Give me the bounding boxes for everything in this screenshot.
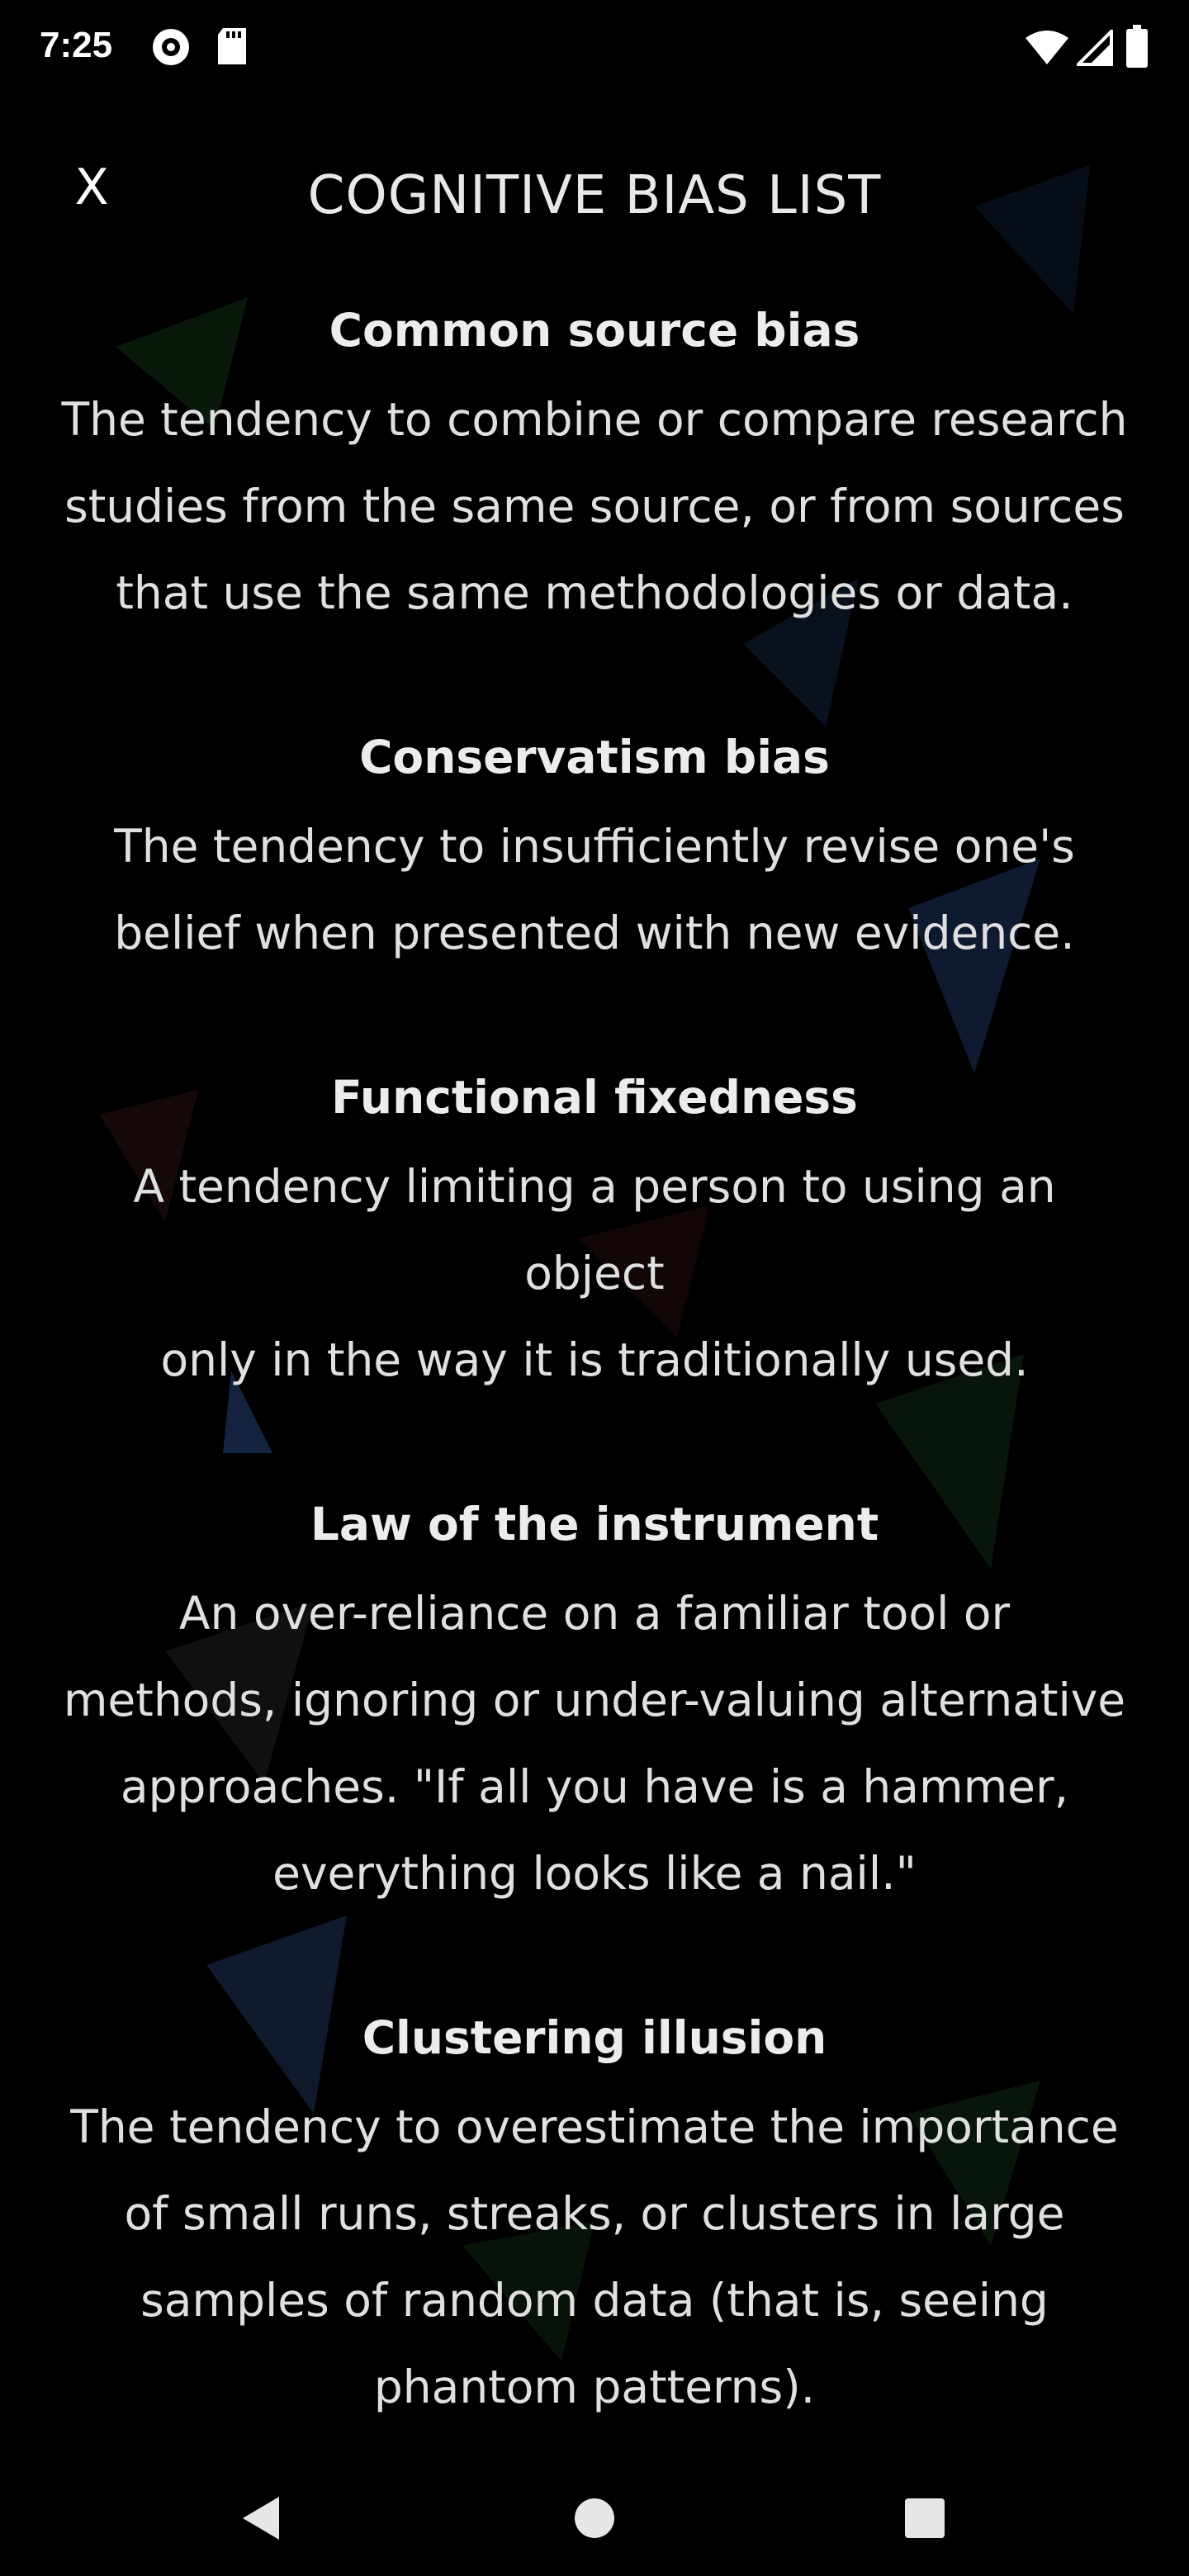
bias-description: The tendency to combine or compare resea…	[58, 376, 1131, 637]
bias-entry: Functional fixedness A tendency limiting…	[58, 1064, 1131, 1404]
description-line: everything looks like a nail."	[272, 1847, 917, 1900]
description-line: The tendency to insufficiently revise on…	[114, 820, 1075, 873]
description-line: studies from the same source, or from so…	[64, 480, 1125, 533]
home-icon[interactable]	[570, 2493, 619, 2543]
navigation-bar	[0, 2444, 1189, 2576]
bias-name: Common source bias	[329, 304, 860, 357]
description-line: The tendency to combine or compare resea…	[61, 393, 1128, 446]
bias-entry: Law of the instrument An over-reliance o…	[58, 1491, 1131, 1917]
cellular-signal-icon	[1074, 27, 1113, 70]
bias-description: The tendency to overestimate the importa…	[58, 2084, 1131, 2431]
page-title: COGNITIVE BIAS LIST	[307, 165, 882, 226]
status-time: 7:25	[40, 25, 113, 65]
description-line: phantom patterns).	[373, 2361, 816, 2413]
description-line: An over-reliance on a familiar tool or	[178, 1587, 1011, 1640]
description-line: of small runs, streaks, or clusters in l…	[124, 2187, 1065, 2240]
description-line: methods, ignoring or under-valuing alter…	[63, 1674, 1126, 1726]
description-line: approaches. "If all you have is a hammer…	[120, 1760, 1069, 1813]
bias-entry: Clustering illusion The tendency to over…	[58, 2005, 1131, 2431]
bias-name: Functional fixedness	[331, 1071, 858, 1124]
bias-entry: Conservatism bias The tendency to insuff…	[58, 724, 1131, 977]
back-icon[interactable]	[236, 2493, 286, 2543]
wifi-icon	[1024, 30, 1070, 70]
battery-icon	[1126, 25, 1148, 72]
description-line: The tendency to overestimate the importa…	[70, 2100, 1119, 2153]
pocket-casts-icon	[150, 26, 192, 72]
description-line: A tendency limiting a person to using an…	[133, 1160, 1056, 1300]
description-line: belief when presented with new evidence.	[114, 907, 1075, 959]
bias-name: Clustering illusion	[362, 2011, 827, 2064]
recents-icon[interactable]	[900, 2493, 950, 2543]
description-line: that use the same methodologies or data.	[116, 566, 1073, 619]
sd-card-icon	[215, 26, 249, 72]
bias-description: An over-reliance on a familiar tool or m…	[58, 1570, 1131, 1917]
bias-description: The tendency to insufficiently revise on…	[58, 803, 1131, 977]
bias-description: A tendency limiting a person to using an…	[58, 1144, 1131, 1404]
bias-list: Common source bias The tendency to combi…	[58, 297, 1131, 2518]
bias-name: Conservatism bias	[359, 731, 830, 784]
description-line: only in the way it is traditionally used…	[160, 1333, 1029, 1386]
status-bar: 7:25	[0, 0, 1189, 92]
header: X COGNITIVE BIAS LIST	[0, 140, 1189, 248]
bias-name: Law of the instrument	[310, 1498, 879, 1551]
bias-entry: Common source bias The tendency to combi…	[58, 297, 1131, 637]
description-line: samples of random data (that is, seeing	[140, 2274, 1049, 2327]
